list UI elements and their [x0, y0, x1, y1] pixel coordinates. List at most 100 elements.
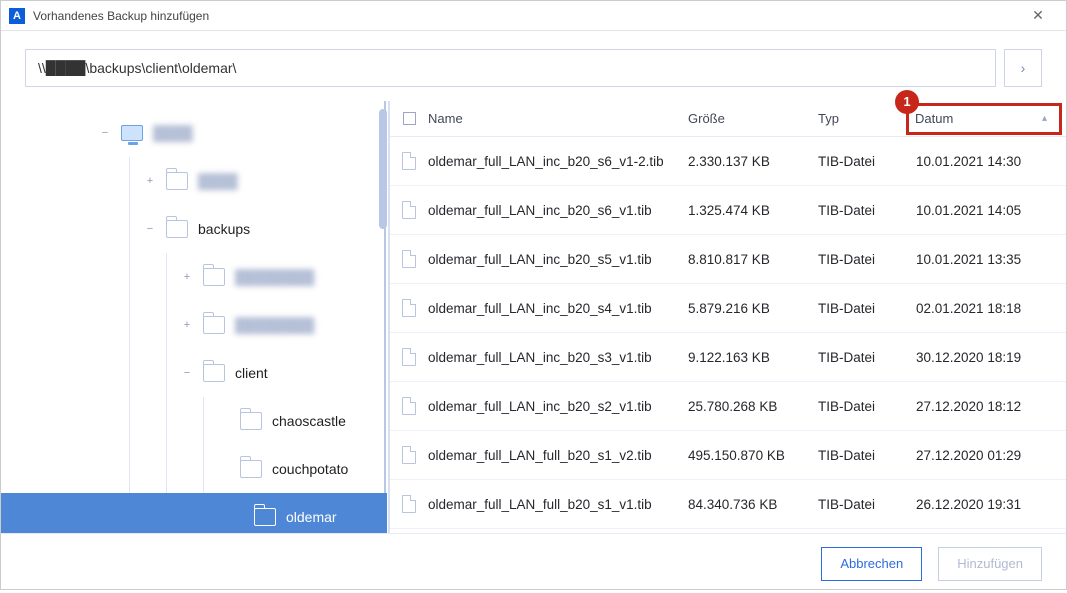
dialog-footer: Abbrechen Hinzufügen	[1, 533, 1066, 593]
table-row[interactable]: oldemar_full_LAN_inc_b20_s2_v1.tib25.780…	[390, 382, 1066, 431]
folder-icon	[166, 220, 188, 238]
folder-icon	[240, 460, 262, 478]
tree-root-pc[interactable]: − ████	[1, 109, 387, 157]
expand-icon[interactable]: +	[181, 319, 193, 331]
window-title: Vorhandenes Backup hinzufügen	[33, 9, 1018, 23]
file-icon	[402, 250, 416, 268]
table-row[interactable]: oldemar_full_LAN_full_b20_s1_v2.tib495.1…	[390, 431, 1066, 480]
file-icon-cell	[390, 348, 428, 366]
tree-item-oldemar[interactable]: + oldemar	[1, 493, 387, 533]
file-icon-cell	[390, 446, 428, 464]
tree-item[interactable]: + ████████	[1, 253, 387, 301]
sort-asc-icon: ▴	[1042, 113, 1047, 124]
tree-scrollbar[interactable]	[379, 109, 387, 229]
cell-name: oldemar_full_LAN_inc_b20_s4_v1.tib	[428, 301, 688, 316]
table-row[interactable]: oldemar_full_LAN_inc_b20_s6_v1.tib1.325.…	[390, 186, 1066, 235]
file-icon	[402, 397, 416, 415]
tree-label: ████████	[235, 269, 314, 285]
column-date-label: Datum	[915, 111, 953, 126]
app-icon: A	[9, 8, 25, 24]
folder-icon	[254, 508, 276, 526]
file-icon	[402, 201, 416, 219]
folder-icon	[166, 172, 188, 190]
folder-icon	[240, 412, 262, 430]
cell-name: oldemar_full_LAN_inc_b20_s6_v1.tib	[428, 203, 688, 218]
annotation-badge: 1	[895, 90, 919, 114]
cell-type: TIB-Datei	[818, 399, 910, 414]
add-button: Hinzufügen	[938, 547, 1042, 581]
tree-item-backups[interactable]: − backups	[1, 205, 387, 253]
tree-item-client[interactable]: − client	[1, 349, 387, 397]
cell-name: oldemar_full_LAN_inc_b20_s6_v1-2.tib	[428, 154, 688, 169]
file-icon-cell	[390, 495, 428, 513]
file-icon-cell	[390, 250, 428, 268]
cell-name: oldemar_full_LAN_inc_b20_s5_v1.tib	[428, 252, 688, 267]
close-icon[interactable]: ✕	[1018, 7, 1058, 24]
cell-size: 9.122.163 KB	[688, 350, 818, 365]
tree-label: backups	[198, 221, 250, 237]
collapse-icon[interactable]: −	[99, 127, 111, 139]
computer-icon	[121, 125, 143, 141]
select-all-checkbox[interactable]	[390, 112, 428, 125]
file-icon	[402, 348, 416, 366]
cell-date: 26.12.2020 19:31	[910, 497, 1066, 512]
table-row[interactable]: oldemar_full_LAN_inc_b20_s3_v1.tib9.122.…	[390, 333, 1066, 382]
cancel-button[interactable]: Abbrechen	[821, 547, 922, 581]
cell-size: 1.325.474 KB	[688, 203, 818, 218]
cell-date: 10.01.2021 13:35	[910, 252, 1066, 267]
cell-size: 8.810.817 KB	[688, 252, 818, 267]
expand-icon[interactable]: +	[144, 175, 156, 187]
file-icon	[402, 152, 416, 170]
main-area: − ████ + ████ − backups + ████████ + ██	[1, 101, 1066, 533]
cell-type: TIB-Datei	[818, 448, 910, 463]
tree-label: couchpotato	[272, 461, 348, 477]
file-list: Name Größe Typ 1 Datum ▴ oldemar_full_LA…	[390, 101, 1066, 533]
cell-size: 2.330.137 KB	[688, 154, 818, 169]
column-type[interactable]: Typ	[818, 111, 910, 126]
tree-label: client	[235, 365, 268, 381]
table-row[interactable]: oldemar_full_LAN_inc_b20_s4_v1.tib5.879.…	[390, 284, 1066, 333]
tree-label: chaoscastle	[272, 413, 346, 429]
file-header: Name Größe Typ 1 Datum ▴	[390, 101, 1066, 137]
cell-type: TIB-Datei	[818, 203, 910, 218]
folder-icon	[203, 364, 225, 382]
cell-name: oldemar_full_LAN_full_b20_s1_v2.tib	[428, 448, 688, 463]
file-icon	[402, 495, 416, 513]
collapse-icon[interactable]: −	[181, 367, 193, 379]
column-name[interactable]: Name	[428, 111, 688, 126]
cell-date: 10.01.2021 14:30	[910, 154, 1066, 169]
path-input[interactable]	[25, 49, 996, 87]
tree-item-chaoscastle[interactable]: + chaoscastle	[1, 397, 387, 445]
path-go-button[interactable]: ›	[1004, 49, 1042, 87]
cell-date: 27.12.2020 01:29	[910, 448, 1066, 463]
column-size[interactable]: Größe	[688, 111, 818, 126]
tree-label: ████████	[235, 317, 314, 333]
tree-item[interactable]: + ████████	[1, 301, 387, 349]
file-icon-cell	[390, 201, 428, 219]
table-row[interactable]: oldemar_full_LAN_inc_b20_s6_v1-2.tib2.33…	[390, 137, 1066, 186]
cell-date: 27.12.2020 18:12	[910, 399, 1066, 414]
cell-size: 84.340.736 KB	[688, 497, 818, 512]
file-icon-cell	[390, 299, 428, 317]
cell-type: TIB-Datei	[818, 301, 910, 316]
table-row[interactable]: oldemar_full_LAN_inc_b20_s5_v1.tib8.810.…	[390, 235, 1066, 284]
tree-item[interactable]: + ████	[1, 157, 387, 205]
folder-icon	[203, 316, 225, 334]
cell-type: TIB-Datei	[818, 497, 910, 512]
expand-icon[interactable]: +	[181, 271, 193, 283]
cell-date: 10.01.2021 14:05	[910, 203, 1066, 218]
cell-name: oldemar_full_LAN_inc_b20_s3_v1.tib	[428, 350, 688, 365]
file-icon-cell	[390, 152, 428, 170]
cell-type: TIB-Datei	[818, 154, 910, 169]
titlebar: A Vorhandenes Backup hinzufügen ✕	[1, 1, 1066, 31]
tree-item-couchpotato[interactable]: + couchpotato	[1, 445, 387, 493]
cell-size: 25.780.268 KB	[688, 399, 818, 414]
folder-icon	[203, 268, 225, 286]
column-date[interactable]: 1 Datum ▴	[906, 103, 1062, 135]
tree-label: ████	[153, 125, 193, 141]
cell-date: 30.12.2020 18:19	[910, 350, 1066, 365]
collapse-icon[interactable]: −	[144, 223, 156, 235]
table-row[interactable]: oldemar_full_LAN_full_b20_s1_v1.tib84.34…	[390, 480, 1066, 529]
file-icon	[402, 299, 416, 317]
folder-tree[interactable]: − ████ + ████ − backups + ████████ + ██	[1, 101, 387, 533]
